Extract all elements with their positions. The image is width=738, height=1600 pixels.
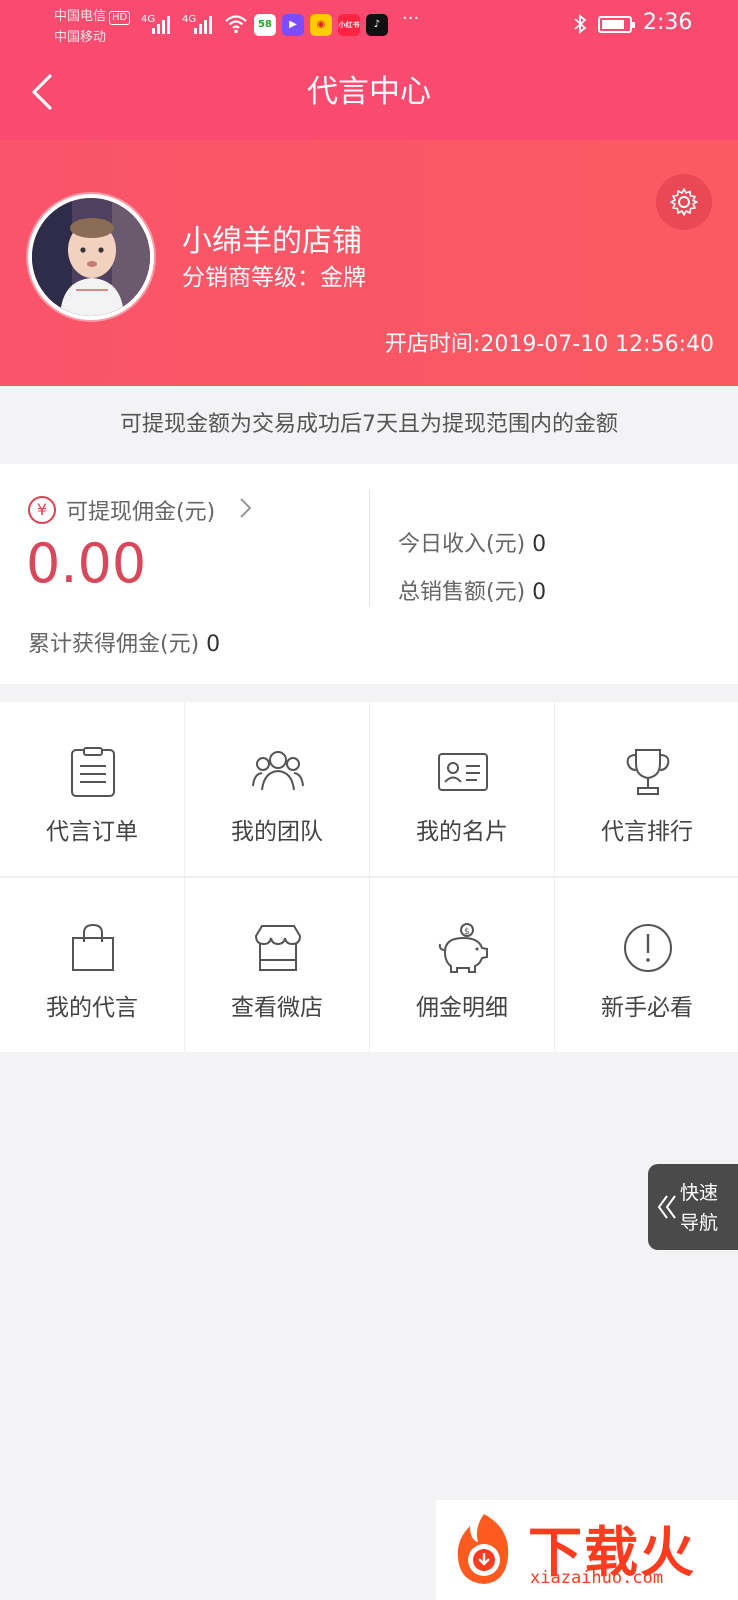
- shop-header: 小绵羊的店铺 分销商等级：金牌 开店时间:2019-07-10 12:56:40: [0, 140, 738, 386]
- function-grid: 代言订单 我的团队 我的名片 代言排行 我的代言 查看微店 $ 佣金明细 新手必…: [0, 702, 738, 1052]
- open-time: 开店时间:2019-07-10 12:56:40: [384, 332, 714, 357]
- total-commission-label: 累计获得佣金(元): [28, 632, 200, 657]
- quick-nav-line-2: 导航: [680, 1212, 719, 1234]
- quick-nav-button[interactable]: 快速 导航: [648, 1164, 738, 1250]
- yen-icon: ¥: [28, 496, 56, 524]
- distributor-level: 分销商等级：金牌: [182, 265, 366, 291]
- total-sales-value: 0: [532, 580, 547, 605]
- carrier-info: 中国电信 HD 中国移动: [54, 6, 131, 48]
- commission-card: ¥ 可提现佣金(元) 0.00 累计获得佣金(元) 0 今日收入(元) 0 总销…: [0, 464, 738, 684]
- gear-icon: [670, 188, 698, 216]
- today-income-value: 0: [532, 532, 547, 557]
- grid-item-label: 我的代言: [46, 995, 138, 1021]
- carrier-2: 中国移动: [54, 30, 107, 45]
- total-commission: 累计获得佣金(元) 0: [28, 626, 220, 658]
- status-bar: 中国电信 HD 中国移动 4G 4G 58 ▶ ◉ 小红书 ♪ ··· 2:36: [0, 0, 738, 50]
- app-video-icon: ▶: [282, 14, 304, 36]
- quick-nav-label: 快速 导航: [680, 1178, 718, 1238]
- settings-button[interactable]: [656, 174, 712, 230]
- quick-nav-line-1: 快速: [680, 1182, 719, 1204]
- grid-item-label: 查看微店: [231, 995, 323, 1021]
- svg-text:$: $: [464, 927, 470, 937]
- more-notifications-icon: ···: [402, 8, 420, 29]
- total-commission-value: 0: [206, 632, 221, 657]
- today-income-label: 今日收入(元): [398, 532, 526, 557]
- grid-item-ranking[interactable]: 代言排行: [555, 702, 738, 876]
- carrier-1: 中国电信: [54, 9, 107, 24]
- app-header: 中国电信 HD 中国移动 4G 4G 58 ▶ ◉ 小红书 ♪ ··· 2:36 …: [0, 0, 738, 140]
- grid-item-beginner-guide[interactable]: 新手必看: [555, 878, 738, 1052]
- divider: [369, 490, 370, 606]
- piggy-bank-icon: $: [438, 923, 488, 973]
- avatar-photo: [32, 198, 150, 316]
- watermark: 下载火 xiazaihuo.com: [436, 1500, 738, 1600]
- exclamation-icon: [624, 924, 672, 972]
- grid-item-label: 我的名片: [416, 819, 508, 845]
- app-xiaohongshu-icon: 小红书: [338, 14, 360, 36]
- team-icon: [252, 751, 304, 791]
- avatar[interactable]: [28, 194, 154, 320]
- page-title: 代言中心: [307, 74, 431, 110]
- grid-item-my-card[interactable]: 我的名片: [370, 702, 554, 876]
- grid-item-view-store[interactable]: 查看微店: [185, 878, 369, 1052]
- grid-item-label: 我的团队: [231, 819, 323, 845]
- grid-item-label: 代言订单: [46, 819, 138, 845]
- total-sales-label: 总销售额(元): [398, 580, 526, 605]
- trophy-icon: [626, 749, 670, 795]
- withdrawable-amount: 0.00: [26, 532, 147, 595]
- id-card-icon: [438, 753, 488, 791]
- shopping-bag-icon: [72, 923, 114, 971]
- grid-item-label: 新手必看: [601, 995, 693, 1021]
- grid-item-commission-detail[interactable]: $ 佣金明细: [370, 878, 554, 1052]
- hd-badge: HD: [109, 11, 131, 25]
- double-chevron-left-icon: [657, 1195, 676, 1219]
- grid-item-label: 佣金明细: [416, 995, 508, 1021]
- grid-item-label: 代言排行: [601, 819, 693, 845]
- signal-bars-1-icon: [152, 14, 174, 34]
- app-tiktok-icon: ♪: [366, 14, 388, 36]
- bluetooth-icon: [574, 14, 587, 34]
- today-income: 今日收入(元) 0: [398, 526, 546, 558]
- grid-item-endorse-orders[interactable]: 代言订单: [0, 702, 184, 876]
- xiazaihuo-logo-icon: [457, 1514, 509, 1584]
- clipboard-icon: [71, 747, 115, 797]
- grid-item-my-team[interactable]: 我的团队: [185, 702, 369, 876]
- signal-bars-2-icon: [194, 14, 216, 34]
- shop-name: 小绵羊的店铺: [182, 224, 362, 259]
- withdrawable-label[interactable]: 可提现佣金(元): [66, 494, 215, 526]
- chevron-right-icon[interactable]: [236, 494, 256, 522]
- store-icon: [254, 925, 302, 971]
- grid-item-my-endorse[interactable]: 我的代言: [0, 878, 184, 1052]
- battery-icon: [598, 16, 635, 33]
- watermark-url: xiazaihuo.com: [530, 1568, 664, 1588]
- total-sales: 总销售额(元) 0: [398, 574, 546, 606]
- app-58-icon: 58: [254, 14, 276, 36]
- status-time: 2:36: [643, 10, 693, 35]
- wifi-icon: [225, 15, 247, 34]
- app-weibo-icon: ◉: [310, 14, 332, 36]
- withdraw-notice: 可提现金额为交易成功后7天且为提现范围内的金额: [0, 386, 738, 464]
